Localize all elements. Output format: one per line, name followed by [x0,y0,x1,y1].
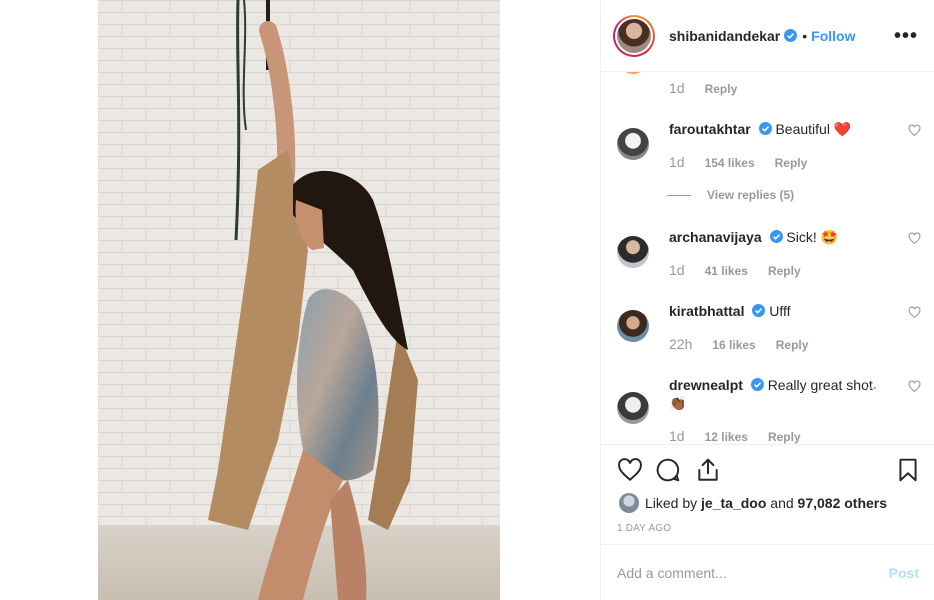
like-heart-icon[interactable] [617,457,643,483]
comment-meta: 1d 154 likes Reply [669,154,827,170]
like-comment-heart-icon[interactable] [908,232,921,245]
comment-avatar[interactable] [617,72,649,74]
comment-avatar[interactable] [617,236,649,268]
comment-text: Really great shot [767,377,873,393]
comment-avatar[interactable] [617,310,649,342]
share-icon[interactable] [695,457,721,483]
comment-time: 1d [669,262,685,278]
more-options-icon[interactable]: ••• [894,26,918,46]
post-header: shibanidandekar • Follow ••• [601,0,934,72]
comment-meta: 22h 16 likes Reply [669,336,828,352]
comment-text: Beautiful [775,121,830,137]
save-bookmark-icon[interactable] [895,457,921,483]
comment-emoji: 🤩 [820,229,839,245]
verified-badge-icon [752,304,766,317]
verified-badge-icon [769,230,783,243]
view-replies-label: View replies (5) [707,188,795,202]
add-comment-input[interactable] [617,564,889,581]
comment-time: 1d [669,428,685,444]
comment-username[interactable]: drewnealpt [669,377,743,393]
comment-emoji: 👏🏾 [669,395,687,411]
post-side-panel: shibanidandekar • Follow ••• 1d Reply fa… [600,0,934,600]
comment-bubble-icon[interactable] [655,457,681,483]
owner-avatar[interactable] [613,14,655,57]
verified-badge-icon [758,122,772,135]
comment-username[interactable]: archanavijaya [669,229,762,245]
replies-divider [667,194,691,196]
comment-likes[interactable]: 41 likes [705,264,748,278]
comment-time: 1d [669,80,685,96]
comment-avatar[interactable] [617,392,649,424]
comment-time: 22h [669,336,693,352]
likes-summary[interactable]: Liked by je_ta_doo and 97,082 others [619,493,887,513]
comment-username[interactable]: kiratbhattal [669,303,744,319]
post-actions: Liked by je_ta_doo and 97,082 others 1 D… [601,444,934,544]
post-photo-illustration [98,0,500,600]
like-comment-heart-icon[interactable] [908,124,921,137]
verified-badge-icon [784,29,798,42]
comment-username[interactable]: faroutakhtar [669,121,751,137]
comment-text: Ufff [769,303,791,319]
comment-meta: 1d 41 likes Reply [669,262,821,278]
likes-and-label: and [770,495,794,511]
liker-username[interactable]: je_ta_doo [701,495,766,511]
likes-others-count[interactable]: 97,082 others [798,495,888,511]
verified-badge-icon [750,378,764,391]
reply-button[interactable]: Reply [768,430,801,444]
comment-meta: 1d 12 likes Reply [669,428,821,444]
comment-time: 1d [669,154,685,170]
post-photo[interactable] [98,0,500,600]
comment-truncation-more[interactable]: ... [865,376,877,392]
comment-text: Sick! [786,229,817,245]
comment-item: archanavijaya Sick! 🤩 [617,228,921,288]
owner-username[interactable]: shibanidandekar [669,28,780,44]
comment-likes[interactable]: 154 likes [705,156,755,170]
comment-likes[interactable]: 16 likes [712,338,755,352]
reply-button[interactable]: Reply [776,338,809,352]
post-comment-button[interactable]: Post [889,565,919,581]
reply-button[interactable]: Reply [705,82,738,96]
follow-button[interactable]: Follow [811,28,855,44]
comment-avatar[interactable] [617,128,649,160]
comments-list[interactable]: 1d Reply faroutakhtar Beautiful ❤️ 1d 15… [601,72,934,444]
photo-area [0,0,600,600]
liked-by-label: Liked by [645,495,698,511]
reply-button[interactable]: Reply [768,264,801,278]
like-comment-heart-icon[interactable] [908,306,921,319]
comment-emoji: ❤️ [833,121,852,137]
comment-likes[interactable]: 12 likes [705,430,748,444]
post-timestamp[interactable]: 1 DAY AGO [617,523,671,534]
add-comment-bar: Post [601,544,934,600]
view-replies-button[interactable]: View replies (5) [667,188,794,202]
comment-meta: 1d Reply [669,80,757,96]
comment-item: kiratbhattal Ufff [617,302,921,362]
reply-button[interactable]: Reply [775,156,808,170]
action-icons-row [615,457,921,485]
like-comment-heart-icon[interactable] [908,380,921,393]
liker-avatar [619,493,639,513]
separator-dot: • [802,27,808,44]
